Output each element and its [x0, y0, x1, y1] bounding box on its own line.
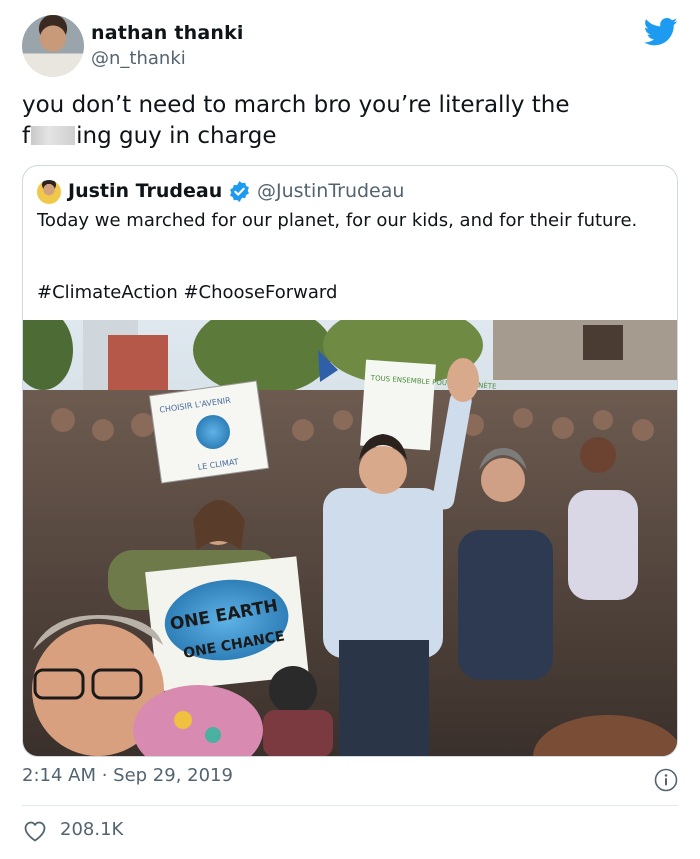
climate-march-photo[interactable]: CHOISIR L'AVENIR LE CLIMAT TOUS ENSEMBLE…	[23, 320, 678, 757]
footer-divider	[22, 805, 678, 806]
tweet-timestamp[interactable]: 2:14 AM · Sep 29, 2019	[22, 765, 233, 786]
verified-badge-icon	[230, 181, 249, 202]
author-handle[interactable]: @n_thanki	[91, 48, 186, 69]
quoted-author-handle: @JustinTrudeau	[257, 180, 405, 202]
tweet-text-line2: f ing guy in charge	[22, 121, 662, 152]
quoted-hashtags[interactable]: #ClimateAction #ChooseForward	[37, 282, 337, 303]
tweet-text: you don’t need to march bro you’re liter…	[22, 90, 662, 152]
author-name[interactable]: nathan thanki	[91, 22, 244, 44]
censor-blur	[31, 126, 76, 145]
like-count: 208.1K	[60, 819, 124, 840]
twitter-bird-icon[interactable]	[644, 17, 678, 47]
author-avatar[interactable]	[22, 15, 84, 77]
info-icon[interactable]	[654, 768, 678, 792]
tweet-text-line2-end: ing guy in charge	[76, 123, 277, 149]
heart-icon[interactable]	[23, 820, 47, 842]
quoted-tweet-text: Today we marched for our planet, for our…	[37, 210, 638, 231]
quoted-tweet-card[interactable]: Justin Trudeau @JustinTrudeau Today we m…	[22, 165, 678, 757]
tweet-text-line2-start: f	[22, 123, 31, 149]
tweet-text-line1: you don’t need to march bro you’re liter…	[22, 92, 570, 118]
quoted-author-avatar	[37, 180, 61, 204]
quoted-author-name: Justin Trudeau	[68, 180, 223, 202]
